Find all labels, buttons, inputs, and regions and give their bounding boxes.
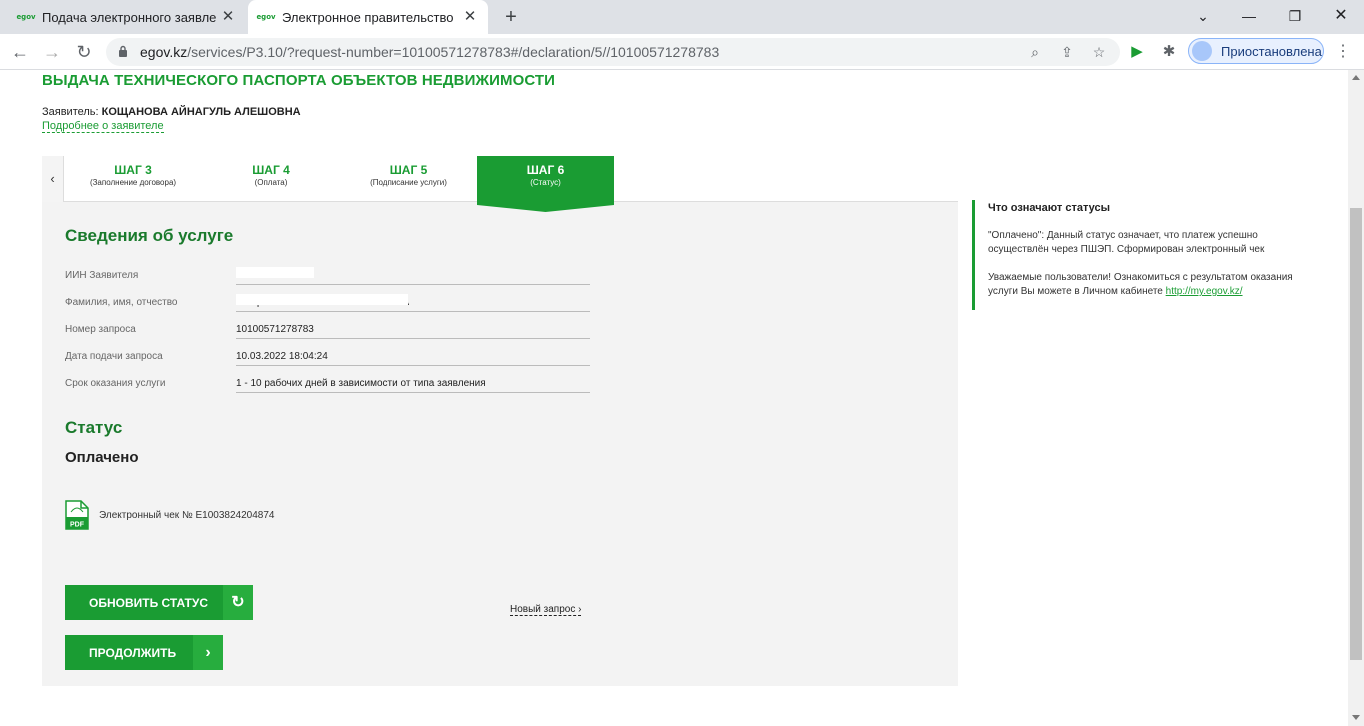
- back-icon[interactable]: ←: [8, 40, 32, 64]
- sidebar-cabinet-text: Уважаемые пользователи! Ознакомиться с р…: [988, 271, 1298, 299]
- browser-tabstrip: egov Подача электронного заявлени ✕ egov…: [0, 0, 1364, 34]
- detail-label: ИИН Заявителя: [65, 270, 139, 281]
- share-icon[interactable]: ⇪: [1058, 43, 1076, 61]
- step-desc: (Оплата): [254, 178, 288, 187]
- detail-label: Срок оказания услуги: [65, 378, 166, 389]
- detail-row-service-term: Срок оказания услуги 1 - 10 рабочих дней…: [65, 372, 590, 399]
- reload-icon[interactable]: ↻: [72, 40, 96, 64]
- step-desc: (Подписание услуги): [370, 178, 447, 187]
- detail-label: Фамилия, имя, отчество: [65, 297, 178, 308]
- step-desc: (Статус): [530, 178, 561, 187]
- page-content: ВЫДАЧА ТЕХНИЧЕСКОГО ПАСПОРТА ОБЪЕКТОВ НЕ…: [0, 70, 1348, 726]
- button-label: ОБНОВИТЬ СТАТУС: [89, 596, 209, 610]
- status-title: Статус: [65, 418, 123, 437]
- close-tab-icon[interactable]: ✕: [220, 9, 236, 25]
- redaction-mask: [236, 294, 408, 305]
- url-text: egov.kz/services/P3.10/?request-number=1…: [140, 44, 720, 60]
- close-tab-icon[interactable]: ✕: [462, 9, 478, 25]
- scroll-up-icon[interactable]: [1352, 75, 1360, 80]
- detail-value: 10100571278783: [236, 324, 314, 335]
- step-number: ШАГ 6: [526, 163, 565, 177]
- restore-icon[interactable]: ❐: [1282, 4, 1308, 28]
- browser-toolbar: ← → ↻ egov.kz/services/P3.10/?request-nu…: [0, 34, 1364, 70]
- browser-tab-1[interactable]: egov Подача электронного заявлени ✕: [8, 0, 246, 34]
- avatar: [1192, 41, 1212, 61]
- detail-underline: [236, 365, 590, 366]
- address-bar[interactable]: egov.kz/services/P3.10/?request-number=1…: [106, 38, 1120, 66]
- extension-play-icon[interactable]: ▶: [1126, 41, 1148, 63]
- refresh-status-button[interactable]: ОБНОВИТЬ СТАТУС ↻: [65, 585, 253, 620]
- applicant-info: Заявитель: КОЩАНОВА АЙНАГУЛЬ АЛЕШОВНА: [42, 106, 301, 118]
- scroll-down-icon[interactable]: [1352, 715, 1360, 720]
- status-help-sidebar: Что означают статусы "Оплачено": Данный …: [972, 200, 1302, 310]
- refresh-icon: ↻: [223, 585, 253, 620]
- extensions-puzzle-icon[interactable]: ✱: [1158, 41, 1180, 63]
- step-3-tab[interactable]: ШАГ 3 (Заполнение договора): [64, 156, 202, 202]
- detail-row-submit-date: Дата подачи запроса 10.03.2022 18:04:24: [65, 345, 590, 372]
- step-number: ШАГ 3: [114, 163, 152, 177]
- step-number: ШАГ 4: [252, 163, 290, 177]
- detail-underline: [236, 284, 590, 285]
- step-4-tab[interactable]: ШАГ 4 (Оплата): [202, 156, 340, 202]
- step-tabs: ‹ ШАГ 3 (Заполнение договора) ШАГ 4 (Опл…: [42, 156, 958, 202]
- continue-button[interactable]: ПРОДОЛЖИТЬ ›: [65, 635, 223, 670]
- pdf-file-icon[interactable]: PDF: [65, 500, 89, 530]
- page-title: ВЫДАЧА ТЕХНИЧЕСКОГО ПАСПОРТА ОБЪЕКТОВ НЕ…: [42, 72, 556, 89]
- steps-prev-button[interactable]: ‹: [42, 156, 64, 202]
- minimize-icon[interactable]: —: [1236, 4, 1262, 28]
- receipt-link[interactable]: Электронный чек № E1003824204874: [99, 510, 274, 521]
- detail-underline: [236, 338, 590, 339]
- detail-underline: [236, 392, 590, 393]
- status-value: Оплачено: [65, 449, 139, 466]
- browser-tab-2[interactable]: egov Электронное правительство Ре ✕: [248, 0, 488, 34]
- sidebar-title: Что означают статусы: [988, 202, 1110, 214]
- tab-search-icon[interactable]: ⌄: [1190, 4, 1216, 28]
- detail-row-iin: ИИН Заявителя 710171461671: [65, 264, 590, 291]
- egov-favicon-icon: egov: [16, 13, 36, 21]
- step-desc: (Заполнение договора): [89, 178, 177, 187]
- applicant-details-link[interactable]: Подробнее о заявителе: [42, 120, 164, 133]
- service-details-panel: Сведения об услуге ИИН Заявителя 7101714…: [42, 202, 958, 686]
- chevron-right-icon: ›: [193, 635, 223, 670]
- new-request-link[interactable]: Новый запрос ›: [510, 604, 582, 616]
- step-5-tab[interactable]: ШАГ 5 (Подписание услуги): [340, 156, 477, 202]
- active-step-pointer: [477, 202, 614, 212]
- detail-underline: [236, 311, 590, 312]
- egov-favicon-icon: egov: [256, 13, 276, 21]
- menu-kebab-icon[interactable]: ⋮: [1332, 41, 1354, 63]
- detail-label: Номер запроса: [65, 324, 136, 335]
- cabinet-text: Уважаемые пользователи! Ознакомиться с р…: [988, 272, 1293, 297]
- step-6-tab[interactable]: ШАГ 6 (Статус): [477, 156, 614, 202]
- service-details-title: Сведения об услуге: [65, 226, 234, 245]
- new-tab-icon[interactable]: +: [498, 4, 524, 30]
- detail-value: 10.03.2022 18:04:24: [236, 351, 328, 362]
- pdf-label: PDF: [70, 522, 85, 529]
- lock-icon: [119, 45, 127, 57]
- detail-row-request-number: Номер запроса 10100571278783: [65, 318, 590, 345]
- profile-button[interactable]: Приостановлена: [1188, 38, 1324, 64]
- sidebar-status-text: "Оплачено": Данный статус означает, что …: [988, 230, 1265, 255]
- forward-icon[interactable]: →: [40, 40, 64, 64]
- tab-title: Электронное правительство Ре: [282, 9, 456, 25]
- scrollbar-thumb[interactable]: [1350, 208, 1362, 660]
- applicant-label: Заявитель:: [42, 106, 99, 118]
- chevron-right-icon: ›: [578, 604, 582, 615]
- button-label: ПРОДОЛЖИТЬ: [89, 646, 177, 660]
- zoom-icon[interactable]: ⌕: [1026, 43, 1044, 61]
- redaction-mask: [236, 267, 314, 278]
- tab-title: Подача электронного заявлени: [42, 9, 216, 25]
- applicant-name: КОЩАНОВА АЙНАГУЛЬ АЛЕШОВНА: [101, 106, 301, 118]
- page-scrollbar[interactable]: [1348, 70, 1364, 726]
- bookmark-star-icon[interactable]: ☆: [1090, 43, 1108, 61]
- detail-row-fio: Фамилия, имя, отчество КОЩАНОВА АЙНАГУЛЬ…: [65, 291, 590, 318]
- close-window-icon[interactable]: ✕: [1328, 4, 1354, 28]
- step-number: ШАГ 5: [389, 163, 428, 177]
- detail-value: 1 - 10 рабочих дней в зависимости от тип…: [236, 378, 486, 389]
- profile-label: Приостановлена: [1221, 44, 1322, 59]
- detail-label: Дата подачи запроса: [65, 351, 163, 362]
- cabinet-link[interactable]: http://my.egov.kz/: [1166, 286, 1243, 297]
